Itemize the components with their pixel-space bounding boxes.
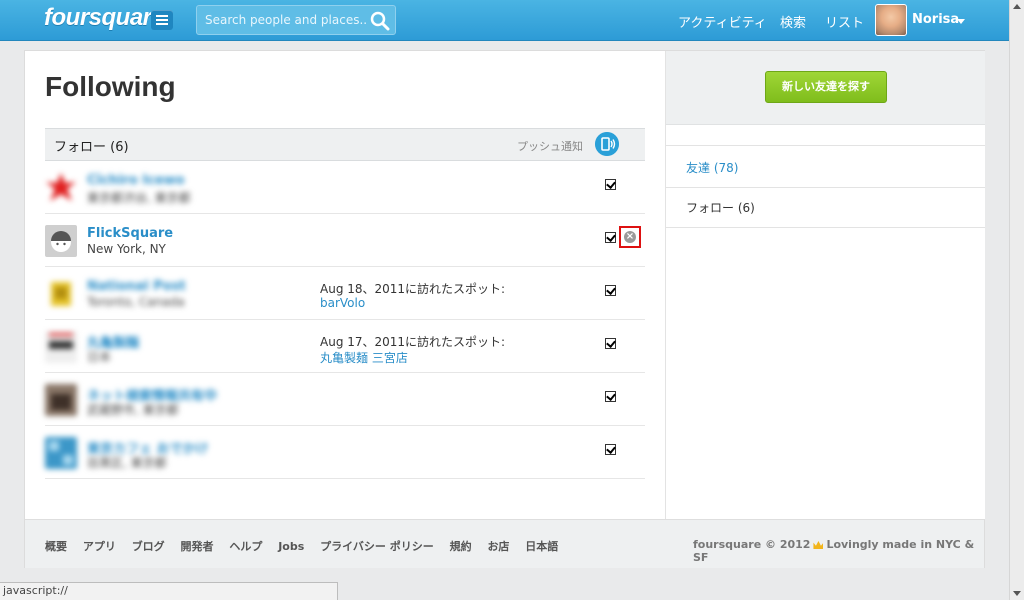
footer-link-apps[interactable]: アプリ (83, 540, 116, 553)
user-location: 武蔵野市, 東京都 (87, 403, 179, 417)
user-name-link[interactable]: Cîchiro Icewo (87, 173, 185, 188)
user-location: 東京都渋谷, 東京都 (87, 191, 191, 205)
footer-link-blog[interactable]: ブログ (132, 540, 165, 553)
list-item: National Post Toronto, Canada Aug 18、201… (45, 267, 645, 320)
phone-push-icon[interactable] (595, 132, 619, 156)
sidebar-item-friends[interactable]: 友達 (78) (666, 145, 985, 188)
browser-status-bar: javascript:// (0, 582, 338, 600)
chevron-down-icon[interactable] (957, 19, 965, 24)
list-item: ネット検索情報共有中 武蔵野市, 東京都 (45, 373, 645, 426)
user-avatar[interactable] (875, 4, 907, 36)
content-card: Following フォロー (6) プッシュ通知 Cîchiro Icewo … (24, 50, 985, 568)
search-input[interactable] (197, 6, 367, 34)
scroll-up-icon[interactable] (1013, 4, 1021, 9)
venue-link[interactable]: 丸亀製麺 三宮店 (320, 349, 408, 366)
crown-icon (813, 541, 824, 549)
foursquare-logo[interactable]: foursquare (44, 4, 165, 32)
user-avatar[interactable] (45, 437, 77, 469)
push-notification-label: プッシュ通知 (517, 140, 583, 153)
sidebar-header: 新しい友達を探す (666, 51, 985, 125)
user-avatar[interactable] (45, 384, 77, 416)
user-location: Toronto, Canada (87, 295, 185, 309)
list-item: Cîchiro Icewo 東京都渋谷, 東京都 (45, 161, 645, 214)
push-checkbox[interactable] (605, 285, 616, 296)
footer-link-help[interactable]: ヘルプ (229, 540, 262, 553)
footer-link-privacy[interactable]: プライバシー ポリシー (320, 540, 434, 553)
venue-link[interactable]: barVolo (320, 296, 365, 310)
footer-link-about[interactable]: 概要 (45, 540, 67, 553)
user-avatar[interactable] (45, 331, 77, 363)
sidebar-item-following[interactable]: フォロー (6) (666, 186, 985, 228)
user-avatar[interactable] (45, 172, 77, 204)
user-name-link[interactable]: FlickSquare (87, 226, 173, 241)
page-title: Following (45, 71, 176, 102)
search-box (196, 5, 396, 35)
list-item: FlickSquare New York, NY × (45, 214, 645, 267)
user-location: 日本 (87, 350, 112, 364)
menu-icon[interactable] (151, 10, 173, 30)
list-item: 東京カフェ おでかけ 目黒区, 東京都 (45, 426, 645, 479)
section-title: フォロー (6) (54, 140, 129, 155)
nav-search[interactable]: 検索 (780, 12, 806, 31)
search-icon[interactable] (369, 10, 391, 32)
push-checkbox[interactable] (605, 391, 616, 402)
push-checkbox[interactable] (605, 338, 616, 349)
sidebar-item-label: フォロー (6) (686, 201, 755, 215)
unfollow-button[interactable]: × (619, 226, 641, 248)
footer: 概要 アプリ ブログ 開発者 ヘルプ Jobs プライバシー ポリシー 規約 お… (25, 519, 984, 568)
footer-link-merchants[interactable]: お店 (487, 540, 509, 553)
user-avatar[interactable] (45, 278, 77, 310)
user-location: New York, NY (87, 242, 166, 256)
push-checkbox[interactable] (605, 179, 616, 190)
footer-link-terms[interactable]: 規約 (450, 540, 472, 553)
footer-link-language[interactable]: 日本語 (525, 540, 558, 553)
last-checkin-text: Aug 18、2011に訪れたスポット: (320, 282, 506, 296)
last-checkin-text: Aug 17、2011に訪れたスポット: (320, 335, 506, 349)
nav-lists[interactable]: リスト (825, 12, 864, 31)
footer-link-jobs[interactable]: Jobs (278, 540, 304, 553)
main-panel: Following フォロー (6) プッシュ通知 Cîchiro Icewo … (25, 51, 665, 519)
copyright: foursquare © 2012 Lovingly made in NYC & … (693, 538, 984, 564)
scrollbar[interactable] (1009, 0, 1024, 600)
list-item: 丸亀製麺 日本 Aug 17、2011に訪れたスポット: 丸亀製麺 三宮店 (45, 320, 645, 373)
nav-activity[interactable]: アクティビティ (678, 12, 767, 31)
user-avatar[interactable] (45, 225, 77, 257)
sidebar-item-label: 友達 (78) (686, 161, 739, 175)
user-location: 目黒区, 東京都 (87, 456, 167, 470)
close-icon: × (624, 231, 636, 243)
push-checkbox[interactable] (605, 444, 616, 455)
following-list: Cîchiro Icewo 東京都渋谷, 東京都 FlickSquare New… (45, 161, 645, 479)
footer-link-developers[interactable]: 開発者 (181, 540, 214, 553)
top-bar: foursquare アクティビティ 検索 リスト Norisa (0, 0, 1010, 41)
sidebar: 新しい友達を探す 友達 (78) フォロー (6) (665, 51, 985, 519)
scroll-down-icon[interactable] (1013, 591, 1021, 596)
push-checkbox[interactable] (605, 232, 616, 243)
find-friends-button[interactable]: 新しい友達を探す (765, 71, 887, 103)
user-name-link[interactable]: National Post (87, 279, 186, 294)
footer-links: 概要 アプリ ブログ 開発者 ヘルプ Jobs プライバシー ポリシー 規約 お… (45, 538, 570, 554)
copyright-text: foursquare © 2012 (693, 538, 811, 551)
user-name-menu[interactable]: Norisa (912, 12, 959, 27)
section-header: フォロー (6) プッシュ通知 (45, 128, 645, 161)
